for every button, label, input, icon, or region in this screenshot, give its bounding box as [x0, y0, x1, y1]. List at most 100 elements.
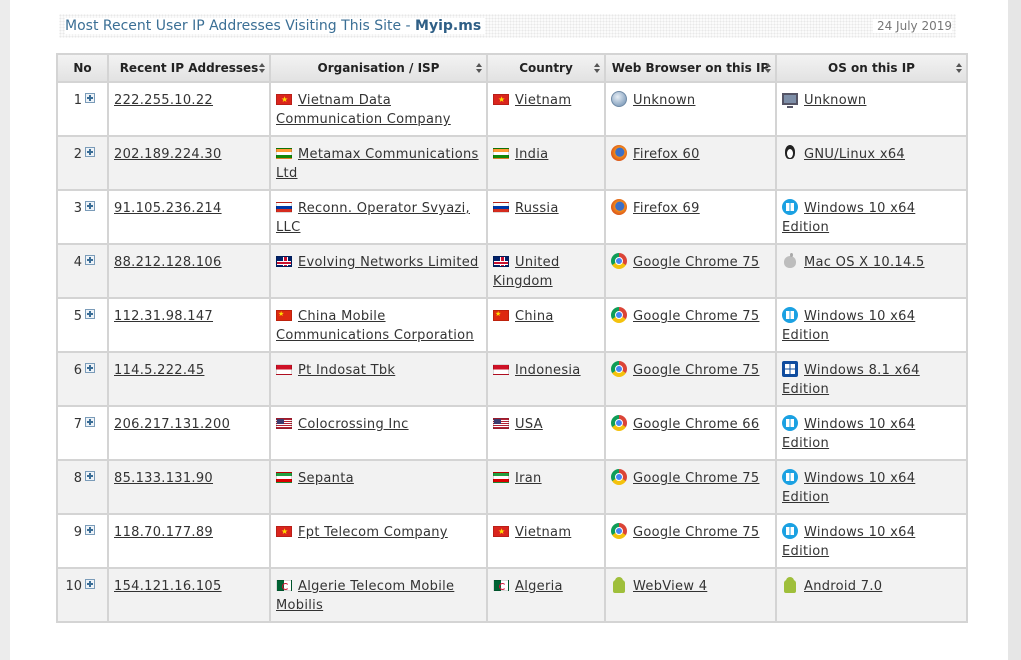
ip-link[interactable]: 112.31.98.147 — [114, 309, 213, 324]
os-link[interactable]: Windows 10 x64 Edition — [782, 201, 915, 235]
column-header-org[interactable]: Organisation / ISP — [269, 53, 488, 83]
vn-flag-icon — [493, 526, 509, 537]
country-cell: Iran — [486, 459, 606, 515]
ip-link[interactable]: 91.105.236.214 — [114, 201, 222, 216]
org-link[interactable]: Vietnam Data Communication Company — [276, 93, 451, 127]
sort-icon[interactable] — [476, 63, 482, 74]
org-link[interactable]: Pt Indosat Tbk — [298, 363, 395, 378]
country-link[interactable]: Algeria — [515, 579, 563, 594]
chrome-icon — [611, 469, 627, 485]
org-link[interactable]: Evolving Networks Limited — [298, 255, 479, 270]
os-link[interactable]: Android 7.0 — [804, 579, 882, 594]
browser-cell: Google Chrome 75 — [604, 459, 777, 515]
table-header-row: No Recent IP Addresses Organisation / IS… — [56, 53, 968, 83]
country-cell: India — [486, 135, 606, 191]
expand-icon[interactable] — [85, 525, 95, 535]
country-link[interactable]: Indonesia — [515, 363, 581, 378]
gb-flag-icon — [493, 256, 509, 267]
org-link[interactable]: China Mobile Communications Corporation — [276, 309, 474, 343]
sort-icon[interactable] — [765, 63, 771, 74]
org-link[interactable]: Algerie Telecom Mobile Mobilis — [276, 579, 454, 613]
browser-link[interactable]: Google Chrome 75 — [633, 471, 759, 486]
expand-icon[interactable] — [85, 201, 95, 211]
sort-icon[interactable] — [259, 63, 265, 74]
country-cell: Vietnam — [486, 81, 606, 137]
windows-8-icon — [782, 361, 798, 377]
column-header-os[interactable]: OS on this IP — [775, 53, 968, 83]
row-number: 3 — [73, 201, 82, 216]
browser-link[interactable]: Google Chrome 75 — [633, 525, 759, 540]
country-link[interactable]: Vietnam — [515, 525, 571, 540]
country-link[interactable]: USA — [515, 417, 543, 432]
sort-icon[interactable] — [956, 63, 962, 74]
expand-icon[interactable] — [85, 93, 95, 103]
browser-link[interactable]: WebView 4 — [633, 579, 707, 594]
us-flag-icon — [493, 418, 509, 429]
os-link[interactable]: GNU/Linux x64 — [804, 147, 905, 162]
country-link[interactable]: India — [515, 147, 548, 162]
ip-link[interactable]: 206.217.131.200 — [114, 417, 230, 432]
ip-link[interactable]: 222.255.10.22 — [114, 93, 213, 108]
ip-cell: 114.5.222.45 — [107, 351, 271, 407]
brand-link[interactable]: Myip.ms — [415, 18, 481, 34]
ip-link[interactable]: 154.121.16.105 — [114, 579, 222, 594]
browser-link[interactable]: Google Chrome 75 — [633, 309, 759, 324]
expand-icon[interactable] — [85, 417, 95, 427]
column-header-browser[interactable]: Web Browser on this IP — [604, 53, 777, 83]
country-link[interactable]: Russia — [515, 201, 559, 216]
org-cell: Sepanta — [269, 459, 488, 515]
browser-link[interactable]: Google Chrome 66 — [633, 417, 759, 432]
org-link[interactable]: Sepanta — [298, 471, 354, 486]
unknown-browser-icon — [611, 91, 627, 107]
expand-icon[interactable] — [85, 471, 95, 481]
expand-icon[interactable] — [85, 309, 95, 319]
ip-link[interactable]: 118.70.177.89 — [114, 525, 213, 540]
org-link[interactable]: Colocrossing Inc — [298, 417, 409, 432]
os-link[interactable]: Windows 8.1 x64 Edition — [782, 363, 920, 397]
in-flag-icon — [276, 148, 292, 159]
os-link[interactable]: Windows 10 x64 Edition — [782, 309, 915, 343]
row-number-cell: 4 — [56, 243, 109, 299]
ip-link[interactable]: 202.189.224.30 — [114, 147, 222, 162]
country-link[interactable]: Vietnam — [515, 93, 571, 108]
scrollbar-track[interactable] — [1008, 0, 1021, 660]
column-header-country[interactable]: Country — [486, 53, 606, 83]
row-number: 10 — [65, 579, 82, 594]
country-link[interactable]: China — [515, 309, 554, 324]
ip-link[interactable]: 88.212.128.106 — [114, 255, 222, 270]
os-link[interactable]: Windows 10 x64 Edition — [782, 471, 915, 505]
ip-cell: 202.189.224.30 — [107, 135, 271, 191]
ip-link[interactable]: 85.133.131.90 — [114, 471, 213, 486]
ip-link[interactable]: 114.5.222.45 — [114, 363, 204, 378]
browser-cell: Google Chrome 66 — [604, 405, 777, 461]
org-link[interactable]: Reconn. Operator Svyazi, LLC — [276, 201, 470, 235]
browser-link[interactable]: Firefox 69 — [633, 201, 700, 216]
browser-cell: Google Chrome 75 — [604, 297, 777, 353]
os-link[interactable]: Windows 10 x64 Edition — [782, 525, 915, 559]
os-link[interactable]: Windows 10 x64 Edition — [782, 417, 915, 451]
expand-icon[interactable] — [85, 255, 95, 265]
expand-icon[interactable] — [85, 579, 95, 589]
ip-cell: 112.31.98.147 — [107, 297, 271, 353]
browser-cell: Firefox 69 — [604, 189, 777, 245]
android-icon — [613, 577, 625, 593]
os-link[interactable]: Unknown — [804, 93, 866, 108]
ip-cell: 154.121.16.105 — [107, 567, 271, 623]
sort-icon[interactable] — [594, 63, 600, 74]
browser-link[interactable]: Unknown — [633, 93, 695, 108]
expand-icon[interactable] — [85, 363, 95, 373]
browser-link[interactable]: Google Chrome 75 — [633, 363, 759, 378]
org-link[interactable]: Metamax Communications Ltd — [276, 147, 479, 181]
chrome-icon — [611, 361, 627, 377]
country-cell: Indonesia — [486, 351, 606, 407]
country-link[interactable]: Iran — [515, 471, 542, 486]
browser-cell: Unknown — [604, 81, 777, 137]
column-header-ip[interactable]: Recent IP Addresses — [107, 53, 271, 83]
browser-link[interactable]: Google Chrome 75 — [633, 255, 759, 270]
dz-flag-icon — [493, 580, 509, 591]
os-link[interactable]: Mac OS X 10.14.5 — [804, 255, 925, 270]
expand-icon[interactable] — [85, 147, 95, 157]
browser-link[interactable]: Firefox 60 — [633, 147, 700, 162]
org-link[interactable]: Fpt Telecom Company — [298, 525, 448, 540]
id-flag-icon — [276, 364, 292, 375]
